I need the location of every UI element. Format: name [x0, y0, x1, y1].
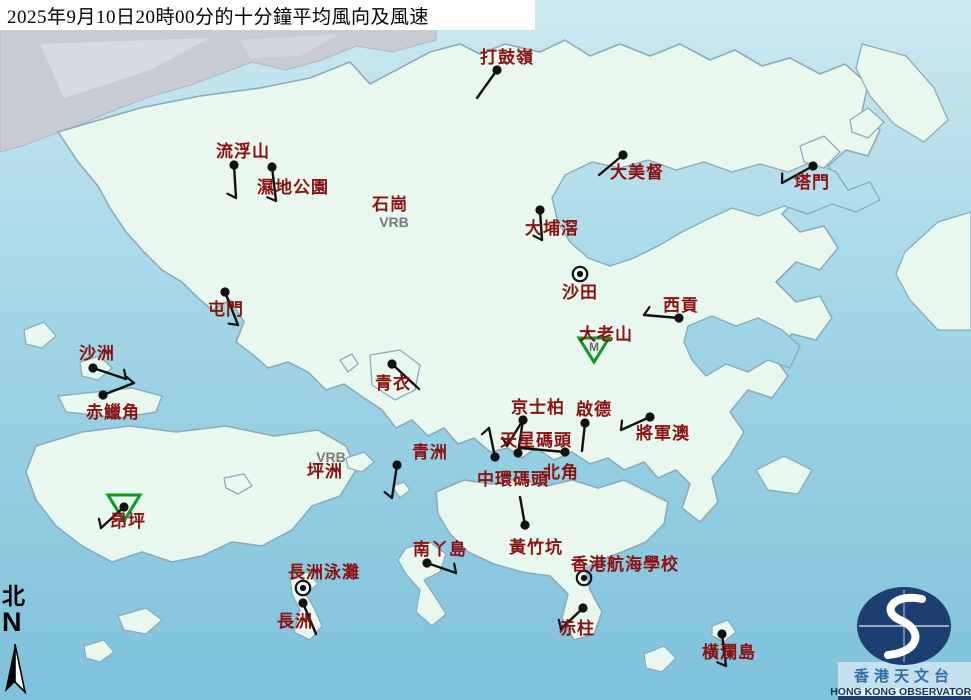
- station-label: 北角: [543, 462, 579, 482]
- hko-logo-cn-text: 香港天文台: [854, 667, 954, 685]
- station-dot: [88, 363, 97, 372]
- station-label: 長洲泳灘: [288, 562, 360, 582]
- vrb-label: VRB: [379, 214, 409, 230]
- station-label: 天星碼頭: [500, 431, 572, 450]
- station-label: 香港航海學校: [571, 554, 679, 574]
- north-compass: 北 N: [2, 585, 36, 635]
- wind-barb-feather: [229, 324, 238, 325]
- station-label: 啟德: [576, 399, 612, 419]
- calm-dot: [581, 575, 587, 581]
- compass-cn-label: 北: [2, 585, 36, 609]
- station-label: 長洲: [277, 612, 313, 631]
- station-label: 大老山: [579, 324, 633, 344]
- wind-map-page: 打鼓嶺流浮山濕地公園VRB石崗大美督塔門大埔滘沙田屯門沙洲赤鱲角西貢M大老山青衣…: [0, 0, 971, 700]
- station-dot: [535, 205, 544, 214]
- station-label: 塔門: [794, 172, 830, 192]
- station-label: 大美督: [610, 162, 664, 182]
- wind-barb-feather: [621, 421, 622, 430]
- station-label: 青洲: [412, 442, 448, 462]
- station-label: 京士柏: [511, 397, 565, 417]
- station-label: 赤鱲角: [86, 402, 140, 422]
- station-dot: [298, 598, 307, 607]
- station-label: 青衣: [375, 373, 411, 393]
- station-label: 昂坪: [110, 512, 146, 531]
- station-label: 坪洲: [307, 462, 343, 481]
- station-dot: [645, 412, 654, 421]
- calm-dot: [300, 585, 306, 591]
- station-dot: [560, 447, 569, 456]
- station-label: 黃竹坑: [508, 537, 563, 557]
- station-label: 大埔滘: [525, 218, 579, 238]
- station-label: 流浮山: [216, 141, 270, 161]
- station-label: 沙田: [562, 283, 598, 302]
- station-label: 南丫島: [413, 539, 467, 559]
- station-label: 濕地公園: [257, 177, 329, 197]
- station-dot: [580, 418, 589, 427]
- station-label: 將軍澳: [636, 423, 690, 443]
- station-label: 石崗: [371, 195, 408, 214]
- station-dot: [578, 603, 587, 612]
- station-dot: [618, 150, 627, 159]
- station-label: 屯門: [208, 299, 244, 319]
- station-dot: [808, 161, 817, 170]
- hong-kong-map: 打鼓嶺流浮山濕地公園VRB石崗大美督塔門大埔滘沙田屯門沙洲赤鱲角西貢M大老山青衣…: [0, 0, 971, 700]
- station-dot: [229, 160, 238, 169]
- compass-n-label: N: [2, 609, 36, 635]
- hko-logo-en-text: HONG KONG OBSERVATORY: [830, 686, 971, 698]
- station-dot: [392, 460, 401, 469]
- station-dot: [717, 629, 726, 638]
- station-dot: [387, 359, 396, 368]
- map-title: 2025年9月10日20時00分的十分鐘平均風向及風速: [0, 2, 429, 29]
- station-dot: [422, 558, 431, 567]
- station-label: 中環碼頭: [477, 469, 549, 489]
- station-dot: [220, 287, 229, 296]
- station-label: 橫瀾島: [702, 642, 756, 662]
- title-bar: 2025年9月10日20時00分的十分鐘平均風向及風速: [0, 0, 535, 30]
- station-dot: [119, 502, 128, 511]
- station-label: 沙洲: [79, 344, 115, 363]
- station-dot: [267, 162, 276, 171]
- calm-dot: [577, 271, 583, 277]
- station-dot: [520, 520, 529, 529]
- station-dot: [490, 452, 499, 461]
- station-label: 赤柱: [559, 618, 595, 638]
- station-label: 西貢: [663, 296, 699, 315]
- station-label: 打鼓嶺: [480, 47, 534, 67]
- station-dot: [98, 390, 107, 399]
